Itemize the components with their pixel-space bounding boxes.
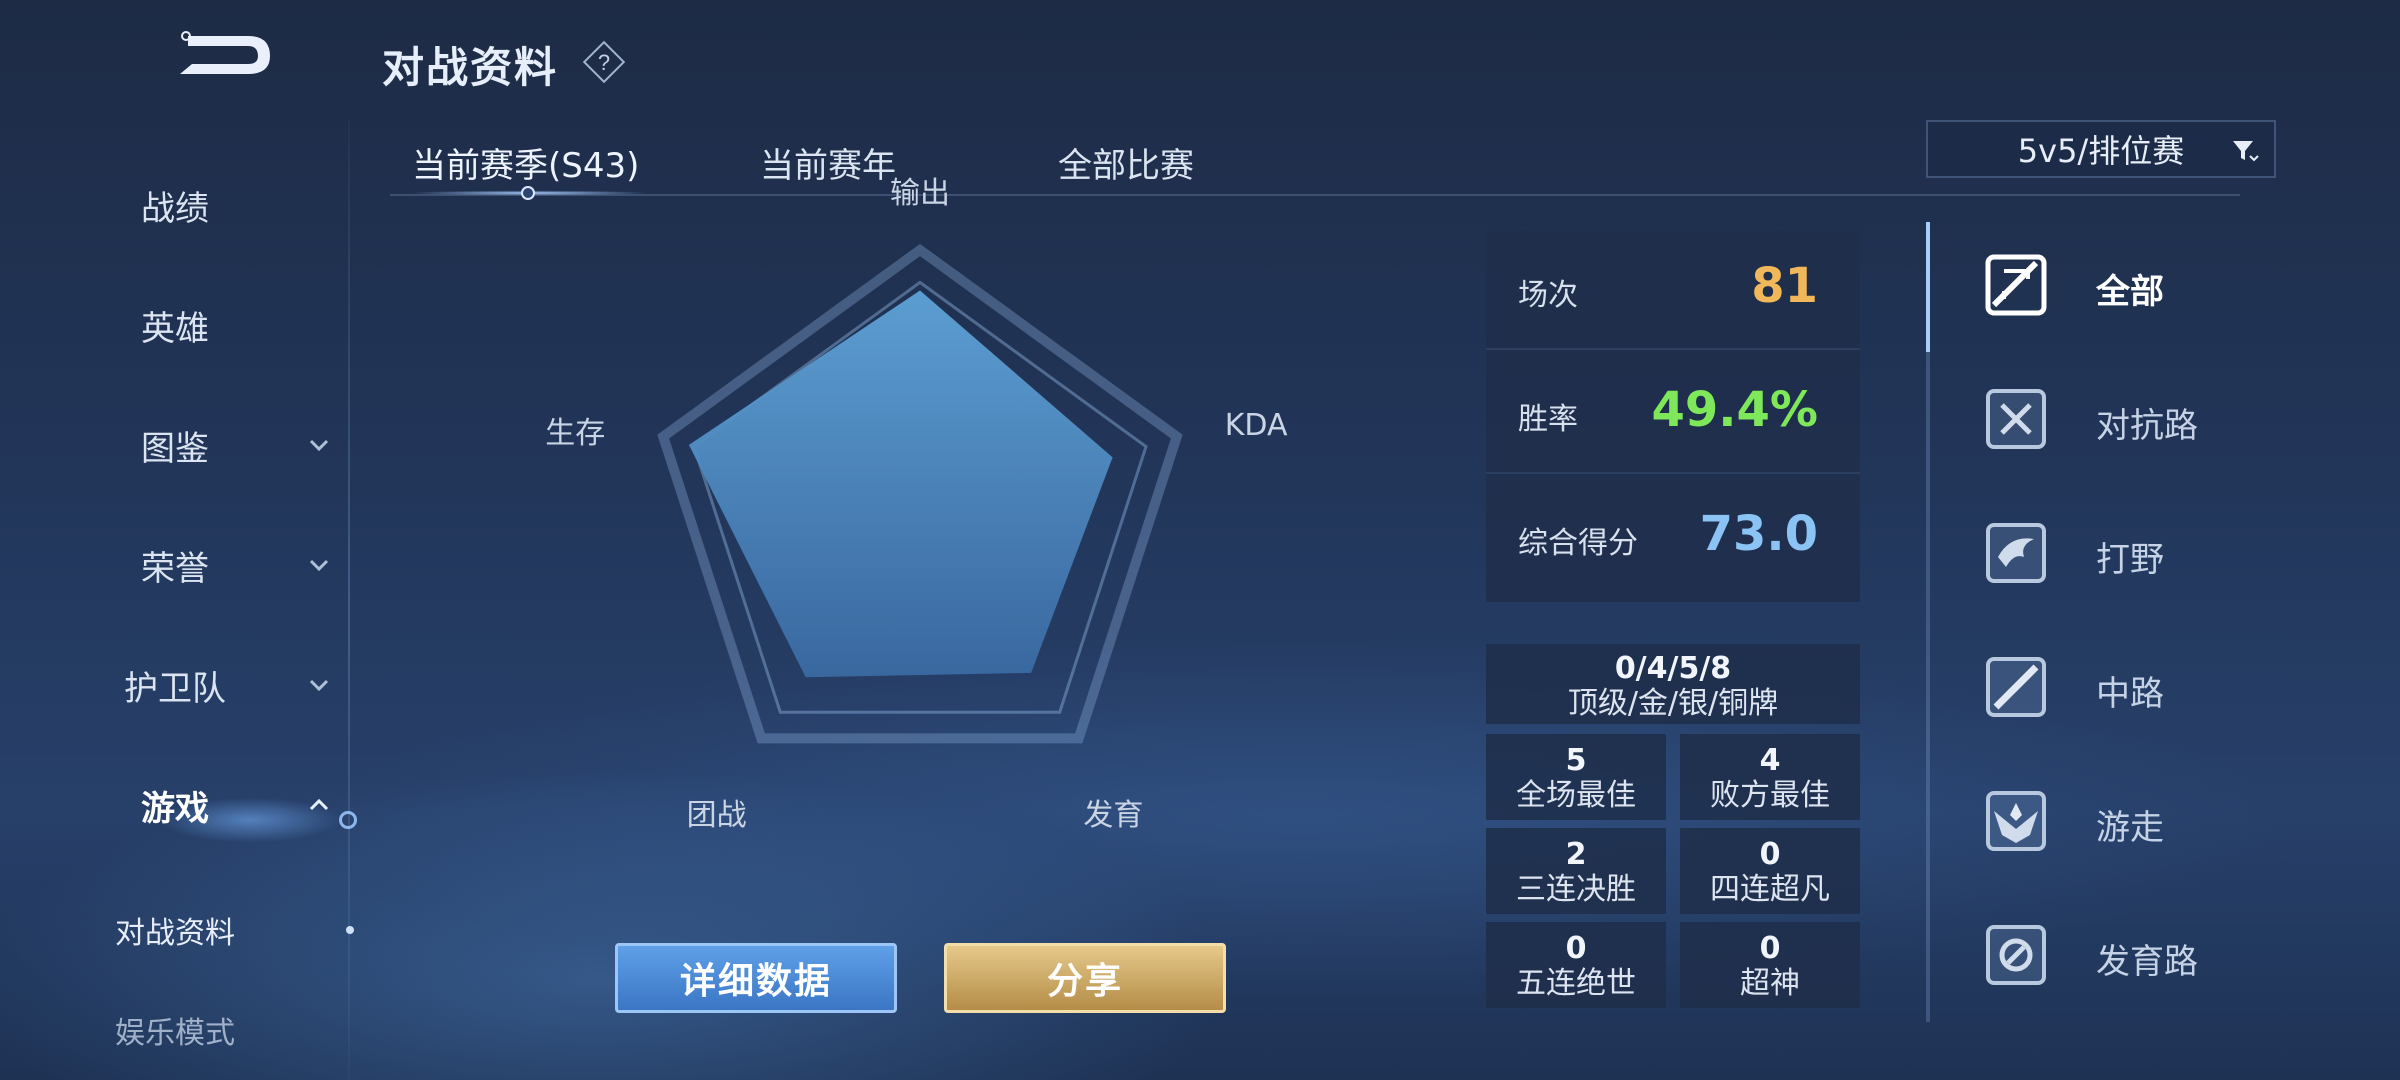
svg-text:?: ? [598,50,610,75]
nav-item-label: 游戏 [141,788,209,829]
badge-legendary: 0 超神 [1680,922,1860,1008]
category-label: 发育路 [2096,942,2198,982]
nav-item-codex[interactable]: 图鉴 [0,410,350,480]
nav-sub-label: 娱乐模式 [115,1016,235,1051]
back-arrow-icon [180,31,270,74]
nav-item-guard[interactable]: 护卫队 [0,650,350,720]
medal-summary: 0/4/5/8 顶级/金/银/铜牌 [1486,644,1860,724]
badge-value: 5 [1565,743,1587,778]
category-label: 中路 [2096,674,2164,714]
mode-filter-dropdown[interactable]: 5v5/排位赛 [1926,120,2276,178]
badge-triple-kill: 2 三连决胜 [1486,828,1666,914]
radar-label-teamfight: 团战 [686,798,747,834]
radar-label-farm: 发育 [1083,798,1144,834]
nav-item-honor[interactable]: 荣誉 [0,530,350,600]
badge-mvp: 5 全场最佳 [1486,734,1666,820]
stat-games-value: 81 [1751,258,1818,314]
category-label: 游走 [2096,808,2164,848]
stat-win-rate: 胜率 49.4% [1486,354,1860,474]
page-title: 对战资料 [382,43,559,92]
radar-label-damage: 输出 [890,176,950,211]
nav-item-label: 英雄 [141,308,209,349]
nav-item-label: 荣誉 [141,548,209,589]
radar-chart: 输出 KDA 发育 团战 生存 [540,176,1300,860]
roam-icon [1986,791,2046,851]
nav-sub-active-dot [346,926,354,934]
badge-label: 五连绝世 [1516,966,1636,1001]
badge-value: 0 [1565,931,1587,966]
badge-label: 四连超凡 [1710,872,1830,907]
chevron-down-icon [309,679,329,692]
nav-active-marker [339,811,357,829]
category-label: 全部 [2096,272,2164,312]
badge-label: 败方最佳 [1710,778,1830,813]
badge-penta-kill: 0 五连绝世 [1486,922,1666,1008]
badge-value: 4 [1759,743,1781,778]
stat-win-rate-value: 49.4% [1651,382,1818,438]
farm-lane-icon [1986,925,2046,985]
radar-label-kda: KDA [1224,407,1288,443]
nav-item-label: 护卫队 [124,668,226,709]
jungle-icon [1986,523,2046,583]
stat-score: 综合得分 73.0 [1486,478,1860,596]
category-label: 打野 [2096,540,2164,580]
nav-sub-battle-data[interactable]: 对战资料 [0,900,350,960]
badge-losing-mvp: 4 败方最佳 [1680,734,1860,820]
badge-value: 2 [1565,837,1587,872]
detail-data-button[interactable]: 详细数据 [615,943,897,1013]
category-jungle[interactable]: 打野 [1980,508,2280,598]
chevron-up-icon [309,798,329,811]
stat-score-value: 73.0 [1699,506,1818,562]
nav-item-heroes[interactable]: 英雄 [0,290,350,360]
category-mid-lane[interactable]: 中路 [1980,642,2280,732]
category-clash-lane[interactable]: 对抗路 [1980,374,2280,464]
badge-value: 0 [1759,837,1781,872]
tab-current-season[interactable]: 当前赛季(S43) [412,138,639,187]
back-button[interactable] [170,28,280,88]
mid-lane-icon [1986,657,2046,717]
radar-svg [657,243,1183,744]
chevron-down-icon [309,439,329,452]
help-icon[interactable]: ? [582,40,626,84]
badge-label: 超神 [1740,966,1800,1001]
tab-all-matches[interactable]: 全部比赛 [1058,138,1194,187]
share-button[interactable]: 分享 [944,943,1226,1013]
clash-lane-icon [1986,389,2046,449]
nav-sub-casual-mode[interactable]: 娱乐模式 [0,1000,350,1060]
category-active-bar [1926,222,1930,352]
chevron-down-icon [309,559,329,572]
nav-sub-label: 对战资料 [115,916,235,951]
badge-label: 三连决胜 [1516,872,1636,907]
stat-score-label: 综合得分 [1518,526,1638,561]
category-all[interactable]: 全部 [1980,240,2280,330]
nav-item-label: 图鉴 [141,428,209,469]
badge-quadra-kill: 0 四连超凡 [1680,828,1860,914]
tab-current-year[interactable]: 当前赛年 [760,138,896,187]
nav-item-record[interactable]: 战绩 [0,170,350,240]
badge-label: 全场最佳 [1516,778,1636,813]
badge-value: 0 [1759,931,1781,966]
stat-win-rate-label: 胜率 [1518,402,1578,437]
mode-filter-label: 5v5/排位赛 [2017,132,2185,170]
left-nav: 战绩 英雄 图鉴 荣誉 护卫队 游戏 对战资料 娱乐模式 [0,170,350,1080]
filter-icon [2233,141,2259,162]
stat-games: 场次 81 [1486,230,1860,350]
radar-label-survival: 生存 [545,415,606,451]
nav-item-label: 战绩 [141,188,209,229]
medal-counts: 0/4/5/8 [1614,651,1732,686]
medal-label: 顶级/金/银/铜牌 [1567,686,1779,721]
category-label: 对抗路 [2096,406,2198,446]
category-roam[interactable]: 游走 [1980,776,2280,866]
category-farm-lane[interactable]: 发育路 [1980,910,2280,1000]
nav-item-game[interactable]: 游戏 [0,770,350,840]
stat-games-label: 场次 [1518,278,1578,313]
all-lanes-icon [1985,254,2047,316]
summary-stats-panel: 场次 81 胜率 49.4% 综合得分 73.0 [1486,230,1860,602]
